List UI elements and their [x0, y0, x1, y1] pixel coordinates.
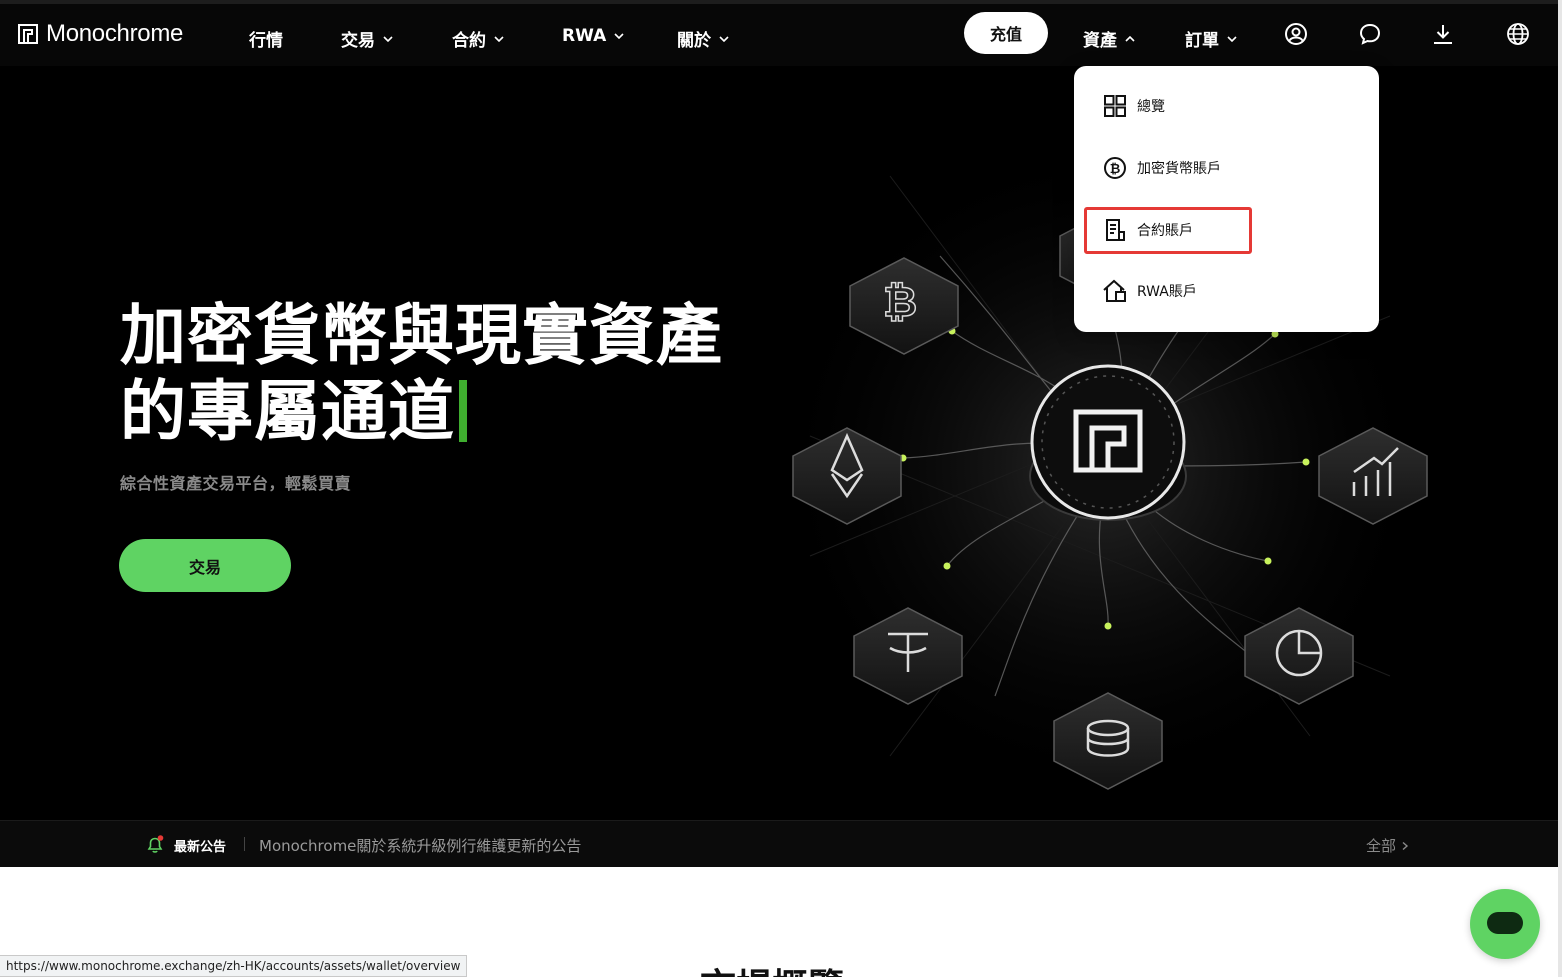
top-navbar: Monochrome 行情 交易 合約 RWA 關於 充值 資產 訂單: [0, 0, 1558, 66]
house-icon: [1102, 278, 1128, 304]
market-overview-title: 市場概覽: [700, 958, 844, 977]
chevron-down-icon: [719, 35, 729, 42]
menu-item-overview[interactable]: 總覽: [1102, 92, 1165, 120]
chat-icon: [1487, 912, 1523, 934]
grid-icon: [1102, 93, 1128, 119]
nav-rwa[interactable]: RWA: [562, 26, 624, 46]
hero-title-line2: 的專屬通道: [120, 373, 455, 450]
menu-item-crypto-account[interactable]: ₿ 加密貨幣賬戶: [1102, 154, 1221, 182]
announcement-link[interactable]: Monochrome關於系統升級例行維護更新的公告: [259, 835, 581, 856]
chevron-down-icon: [494, 35, 504, 42]
download-icon[interactable]: [1430, 21, 1456, 47]
page: Monochrome 行情 交易 合約 RWA 關於 充值 資產 訂單 加密貨幣…: [0, 0, 1562, 977]
nav-orders-label: 訂單: [1185, 31, 1219, 51]
announcement-all-label: 全部: [1366, 837, 1397, 855]
announcement-divider: [244, 837, 245, 851]
menu-item-futures-account[interactable]: 合約賬戶: [1102, 216, 1193, 244]
typing-caret: [459, 380, 467, 442]
logo[interactable]: Monochrome: [18, 20, 183, 48]
menu-item-crypto-account-label: 加密貨幣賬戶: [1137, 161, 1221, 177]
menu-item-rwa-account[interactable]: RWA賬戶: [1102, 277, 1197, 305]
nav-markets[interactable]: 行情: [249, 26, 283, 51]
live-chat-button[interactable]: [1470, 889, 1540, 959]
announcement-label: 最新公告: [174, 840, 227, 855]
globe-icon[interactable]: [1505, 21, 1531, 47]
hero-subtitle: 綜合性資產交易平台，輕鬆買賣: [120, 474, 352, 493]
hero-trade-button[interactable]: 交易: [119, 539, 291, 592]
menu-item-futures-account-label: 合約賬戶: [1137, 223, 1193, 239]
hero-title: 加密貨幣與現實資產 的專屬通道: [120, 298, 723, 450]
nav-markets-label: 行情: [249, 31, 283, 51]
document-icon: [1102, 217, 1128, 243]
chevron-down-icon: [383, 35, 393, 42]
page-scrollbar[interactable]: [1558, 0, 1562, 977]
chevron-right-icon: [1402, 841, 1409, 850]
nav-rwa-label: RWA: [562, 26, 607, 46]
nav-assets-label: 資產: [1083, 31, 1117, 51]
menu-item-rwa-account-label: RWA賬戶: [1137, 284, 1197, 300]
nav-futures[interactable]: 合約: [452, 26, 504, 51]
bitcoin-icon: ₿: [1102, 155, 1128, 181]
bell-icon: [147, 835, 164, 853]
monochrome-logo-icon: [18, 24, 38, 44]
announcement-all-link[interactable]: 全部: [1366, 835, 1410, 856]
chevron-down-icon: [1227, 35, 1237, 42]
assets-dropdown-menu: 總覽 ₿ 加密貨幣賬戶 合約賬戶 RWA賬戶: [1074, 66, 1379, 332]
svg-text:₿: ₿: [883, 277, 917, 326]
nav-trade[interactable]: 交易: [341, 26, 393, 51]
nav-assets[interactable]: 資產: [1083, 26, 1135, 51]
nav-about-label: 關於: [677, 31, 711, 51]
hero-title-line1: 加密貨幣與現實資產: [120, 297, 723, 374]
announcement-bar: 最新公告 Monochrome關於系統升級例行維護更新的公告 全部: [0, 820, 1558, 867]
nav-futures-label: 合約: [452, 31, 486, 51]
chevron-down-icon: [614, 33, 624, 39]
hero-title-line2-wrap: 的專屬通道: [120, 374, 723, 450]
deposit-button[interactable]: 充值: [964, 12, 1048, 54]
link-hover-status-url: https://www.monochrome.exchange/zh-HK/ac…: [0, 955, 468, 977]
nav-trade-label: 交易: [341, 31, 375, 51]
menu-item-overview-label: 總覽: [1137, 99, 1165, 115]
chevron-up-icon: [1125, 35, 1135, 42]
chat-bubble-icon[interactable]: [1357, 21, 1383, 47]
nav-about[interactable]: 關於: [677, 26, 729, 51]
svg-text:₿: ₿: [1110, 162, 1121, 177]
logo-text: Monochrome: [46, 20, 184, 47]
user-circle-icon[interactable]: [1283, 21, 1309, 47]
nav-orders[interactable]: 訂單: [1185, 26, 1237, 51]
